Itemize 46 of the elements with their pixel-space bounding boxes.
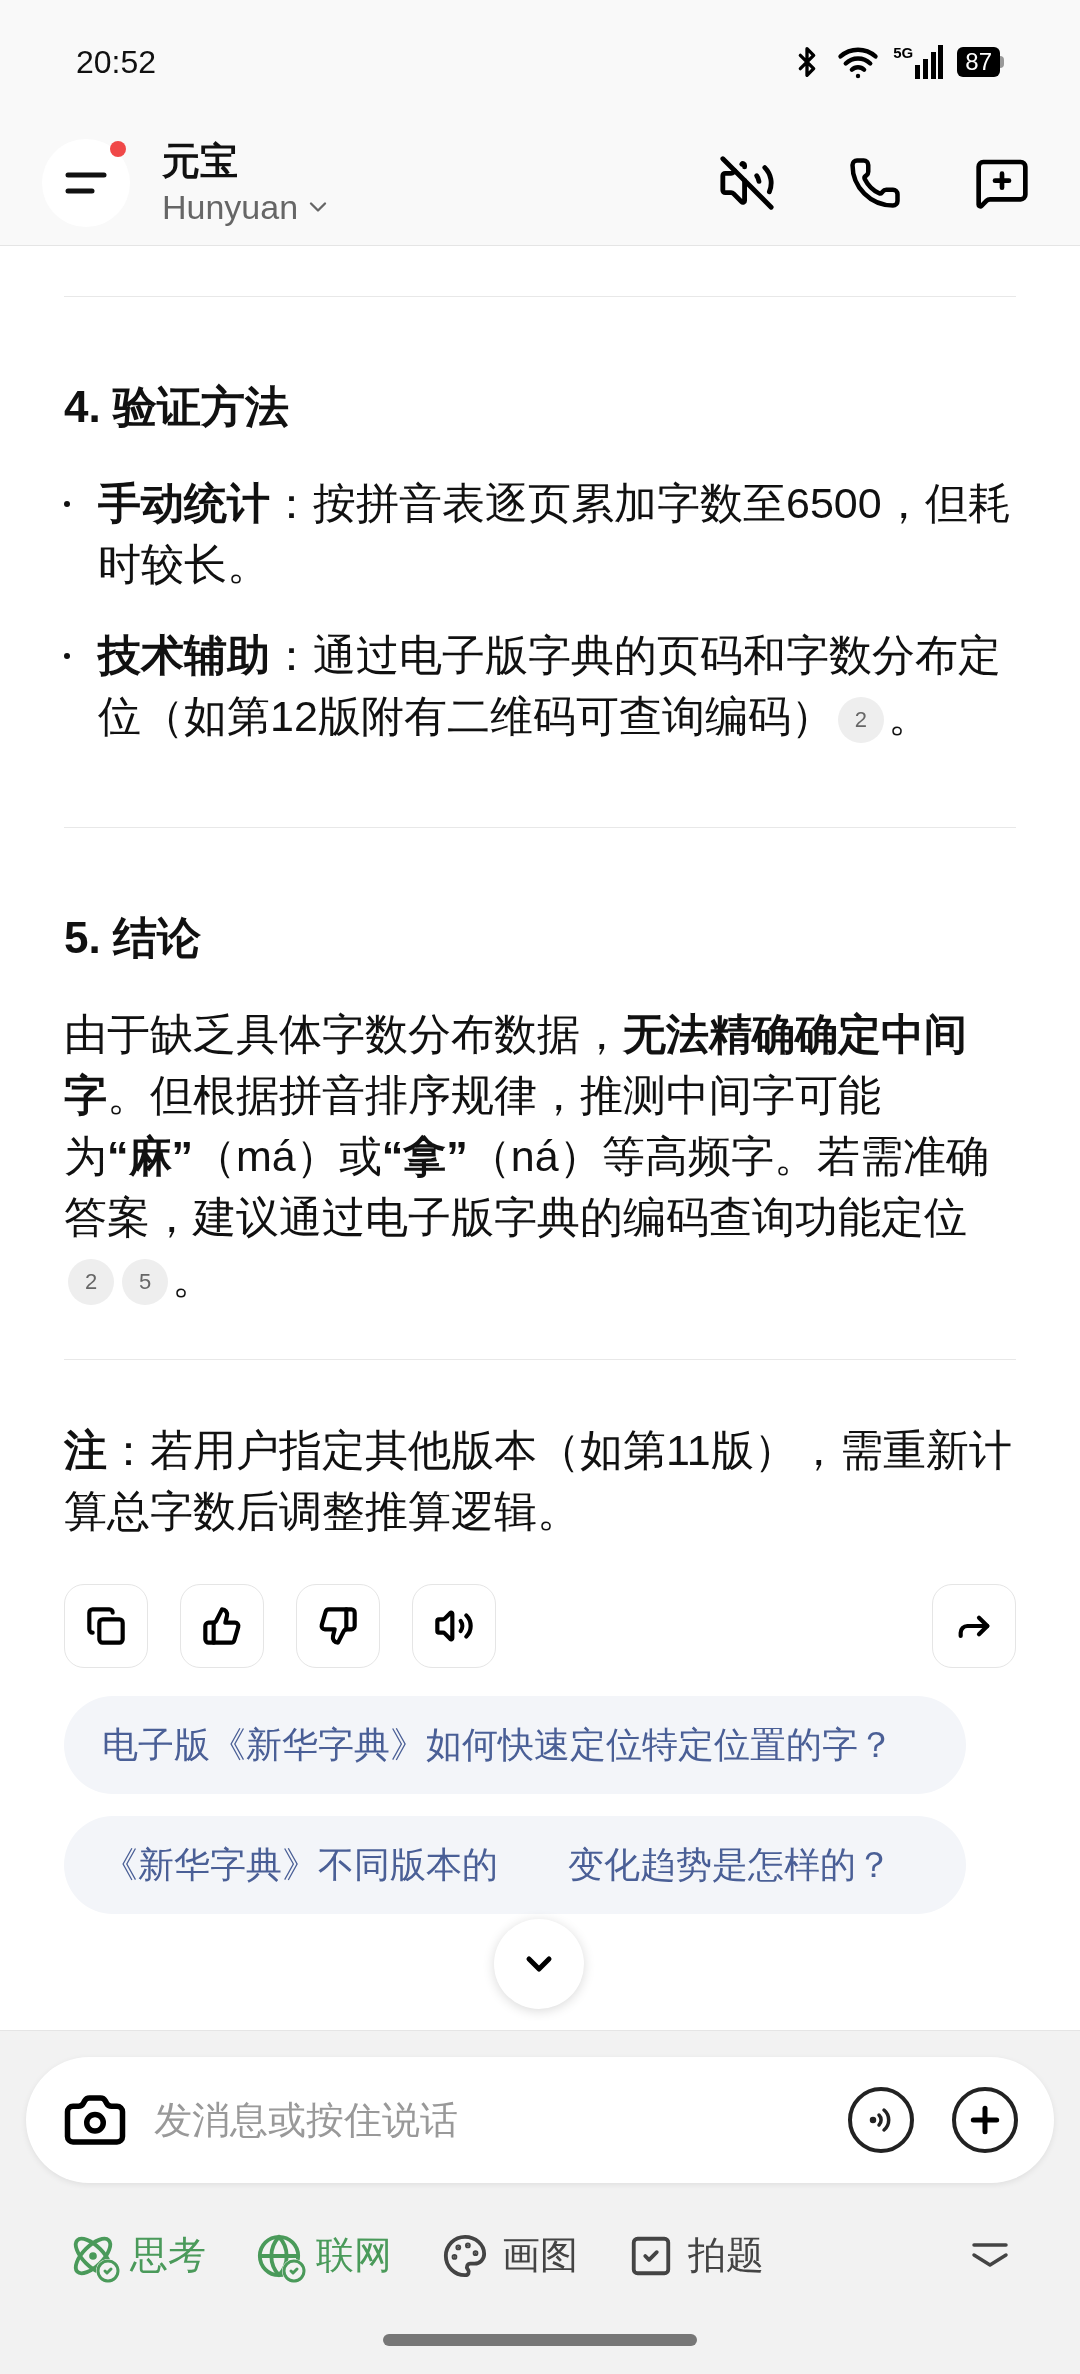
bullet-icon [64,653,70,659]
app-title: 元宝 [162,138,239,184]
voice-call-icon[interactable] [848,2087,914,2153]
battery-indicator: 87 [957,47,1000,77]
reference-badge[interactable]: 5 [122,1258,168,1305]
input-bar[interactable]: 发消息或按住说话 [26,2057,1054,2183]
suggestion-text: 《新华字典》不同版本的 [102,1843,498,1887]
scroll-down-button[interactable] [494,1919,584,2009]
message-field[interactable]: 发消息或按住说话 [154,2091,848,2149]
thumbs-down-icon [318,1606,358,1646]
bullet-text: 手动统计：按拼音表逐页累加字数至6500，但耗时较长。 [98,478,1012,590]
paragraph: 注：若用户指定其他版本（如第11版），需重新计算总字数后调整推算逻辑。 [64,1425,1013,1537]
paragraph: 由于缺乏具体字数分布数据，无法精确确定中间字。但根据拼音排序规律，推测中间字可能为“麻”（má）或“拿”（ná）等高频字。若需准确答案，建议通过电子版字典的编码查询功能定位 2 5 。 [64,1004,1016,1309]
bullet-icon [64,501,70,507]
section-heading: 5. 结论 [64,912,202,964]
thumbs-up-icon [202,1606,242,1646]
phone-icon[interactable] [848,155,902,210]
tool-toggle[interactable]: 拍题 [628,2227,764,2284]
like-button[interactable] [180,1584,264,1668]
read-aloud-button[interactable] [412,1584,496,1668]
suggestion-text: 变化趋势是怎样的？ [568,1843,892,1887]
dislike-button[interactable] [296,1584,380,1668]
tool-toggle[interactable]: 联网 [256,2227,392,2284]
clock: 20:52 [76,43,157,82]
bullet-text: 技术辅助：通过电子版字典的页码和字数分布定位（如第12版附有二维码可查询编码） 2 。 [98,625,1016,747]
tool-toggle[interactable]: 思考 [70,2227,206,2284]
suggestion-chip[interactable]: 《新华字典》不同版本的 变化趋势是怎样的？ [64,1816,966,1914]
globe-icon [256,2232,302,2279]
suggestion-chip[interactable]: 电子版《新华字典》如何快速定位特定位置的字？ [64,1696,966,1794]
network-label: 5G [893,45,914,60]
reference-badge[interactable]: 2 [837,696,884,743]
add-icon[interactable] [952,2087,1018,2153]
signal-icon [915,45,944,79]
check-icon [96,2258,120,2283]
copy-icon [86,1606,126,1646]
reference-badge[interactable]: 2 [68,1258,114,1305]
palette-icon [442,2232,488,2279]
mute-icon[interactable] [718,153,776,212]
tool-toggle[interactable]: 画图 [442,2227,578,2284]
share-button[interactable] [932,1584,1016,1668]
menu-icon [65,170,107,195]
copy-button[interactable] [64,1584,148,1668]
suggestion-text: 电子版《新华字典》如何快速定位特定位置的字？ [102,1723,894,1767]
model-selector[interactable]: Hunyuan [162,184,333,229]
section-heading: 4. 验证方法 [64,381,290,433]
check-icon [282,2258,306,2283]
